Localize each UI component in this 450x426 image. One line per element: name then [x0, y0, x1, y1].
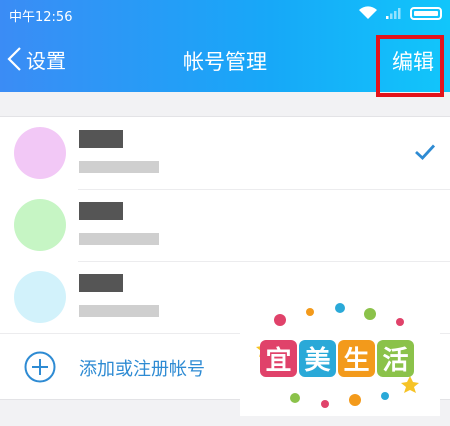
wifi-icon	[359, 6, 377, 20]
avatar	[14, 127, 66, 179]
battery-icon	[410, 6, 442, 20]
avatar	[14, 199, 66, 251]
account-row[interactable]	[0, 189, 450, 261]
watermark-text: 宜 美 生 活	[260, 340, 414, 377]
watermark-logo: 宜 美 生 活	[240, 300, 440, 416]
avatar	[14, 271, 66, 323]
redacted-name	[79, 130, 123, 148]
highlight-box	[376, 35, 444, 97]
add-account-label: 添加或注册帐号	[79, 359, 205, 380]
status-time: 中午12:56	[9, 10, 73, 25]
checkmark-icon	[415, 144, 436, 160]
account-row[interactable]	[0, 117, 450, 189]
watermark-char: 活	[377, 340, 414, 377]
watermark-char: 宜	[260, 340, 297, 377]
watermark-char: 生	[338, 340, 375, 377]
status-icons	[358, 6, 442, 20]
watermark-char: 美	[299, 340, 336, 377]
redacted-account-id	[79, 305, 159, 317]
redacted-account-id	[79, 161, 159, 173]
add-circle-icon	[24, 351, 56, 383]
redacted-name	[79, 202, 123, 220]
redacted-name	[79, 274, 123, 292]
status-bar: 中午12:56	[0, 0, 450, 28]
signal-icon	[386, 8, 401, 19]
redacted-account-id	[79, 233, 159, 245]
